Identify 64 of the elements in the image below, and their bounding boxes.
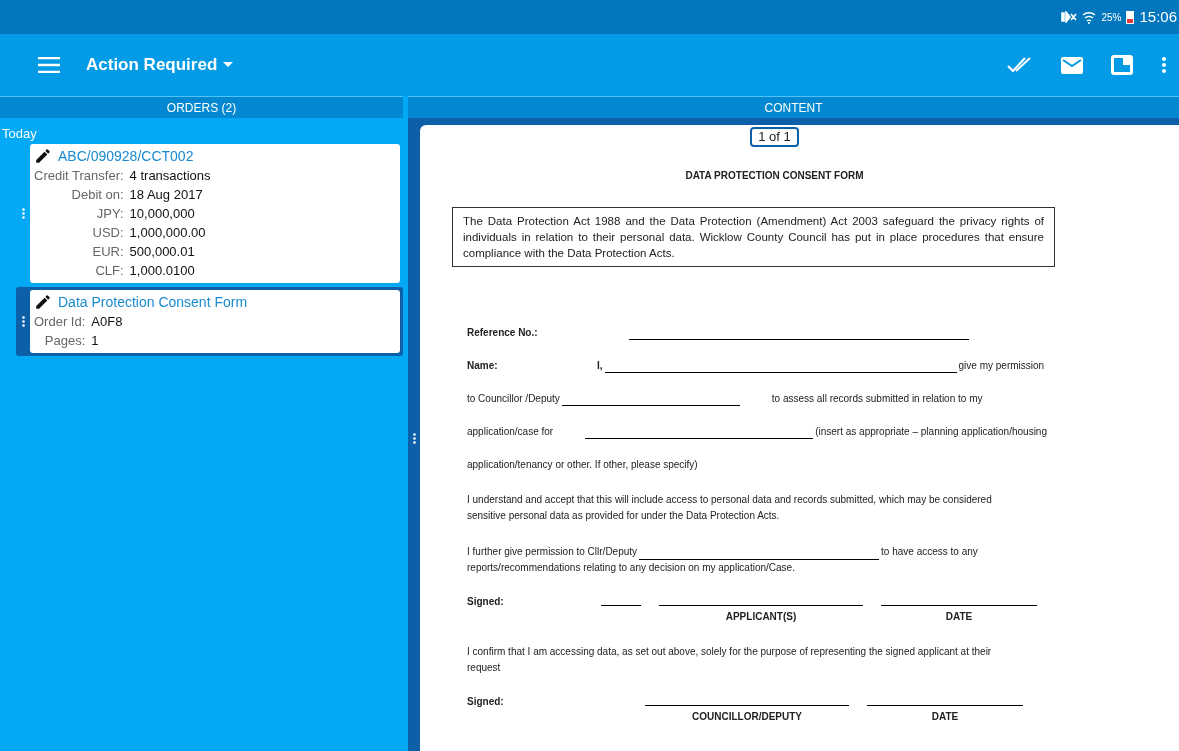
form-text: (insert as appropriate – planning application/housing [815,425,1047,439]
more-button[interactable] [1161,56,1167,74]
mark-all-read-button[interactable] [1007,56,1033,74]
form-text: I further give permission to Cllr/Deputy [467,545,638,559]
order-title[interactable]: Data Protection Consent Form [58,292,248,312]
field-label: CLF: [94,261,124,280]
field-label: Debit on: [70,185,124,204]
field-label: Pages: [43,331,86,350]
clock-time: 15:06 [1139,6,1177,27]
form-text: reports/recommendations relating to any decision on my application/Case. [467,561,795,575]
form-text: to assess all records submitted in relation to my [771,392,983,406]
field-value: A0F8 [91,312,124,331]
caption-text: APPLICANT(S) [725,610,797,624]
form-text: give my permission [958,359,1045,373]
menu-button[interactable] [38,57,60,73]
field-label: Signed: [467,695,505,709]
mute-icon [1061,11,1078,23]
form-text: I confirm that I am accessing data, as set out above, solely for the purpose of representing the signed applicant at their [467,645,992,659]
field-value: 500,000.01 [129,242,196,261]
mail-button[interactable] [1061,56,1083,74]
battery-percent: 25% [1101,10,1122,25]
group-heading: Today [1,125,38,143]
form-text: I, [597,359,603,373]
panel-header: CONTENT [408,96,1179,118]
field-value: 10,000,000 [129,204,196,223]
pencil-icon [34,147,52,165]
view-dropdown[interactable]: Action Required [86,52,234,78]
splitter-handle-icon[interactable] [412,432,416,444]
drag-handle-icon[interactable] [21,315,25,327]
field-label: USD: [91,223,124,242]
wifi-icon [1082,10,1097,24]
field-value: 18 Aug 2017 [129,185,204,204]
caption-text: DATE [945,610,973,624]
order-title[interactable]: ABC/090928/CCT002 [58,146,194,166]
pencil-icon [34,293,52,311]
field-value: 1,000.0100 [129,261,196,280]
caption-text: DATE [931,710,959,724]
intro-text: The Data Protection Act 1988 and the Data Protection (Amendment) Act 2003 safeguard the privacy rights of individuals in relation to their personal data. Wicklow County Council has put in place procedures that ensure compliance with the Data Protection Acts. [452,207,1055,267]
field-value: 1,000,000.00 [129,223,207,242]
battery-icon [1126,10,1135,24]
layout-button[interactable] [1111,55,1133,75]
drag-handle-icon[interactable] [21,207,25,219]
form-text: sensitive personal data as provided for under the Data Protection Acts. [467,509,780,523]
form-text: request [467,661,501,675]
field-label: Credit Transfer: [34,166,124,185]
field-label: Signed: [467,595,505,609]
document-title: DATA PROTECTION CONSENT FORM [685,169,864,183]
page-indicator: 1 of 1 [750,127,799,147]
field-value: 4 transactions [129,166,212,185]
order-card[interactable]: Data Protection Consent Form Order Id: A0F8 Pages: 1 [16,286,403,356]
caret-icon [223,62,234,68]
form-text: to Councillor /Deputy [467,392,560,406]
panel-header: ORDERS (2) [0,96,403,118]
caption-text: COUNCILLOR/DEPUTY [692,710,802,724]
field-label: Order Id: [34,312,86,331]
field-label: Name: [467,359,499,373]
form-text: to have access to any [881,545,978,559]
form-text: application/case for [467,425,554,439]
form-text: application/tenancy or other. If other, please specify) [467,458,698,472]
field-label: Reference No.: [467,326,539,340]
form-text: I understand and accept that this will include access to personal data and records submitted, which may be considered [467,493,992,507]
field-value: 1 [91,331,100,350]
field-label: EUR: [91,242,124,261]
field-label: JPY: [95,204,124,223]
